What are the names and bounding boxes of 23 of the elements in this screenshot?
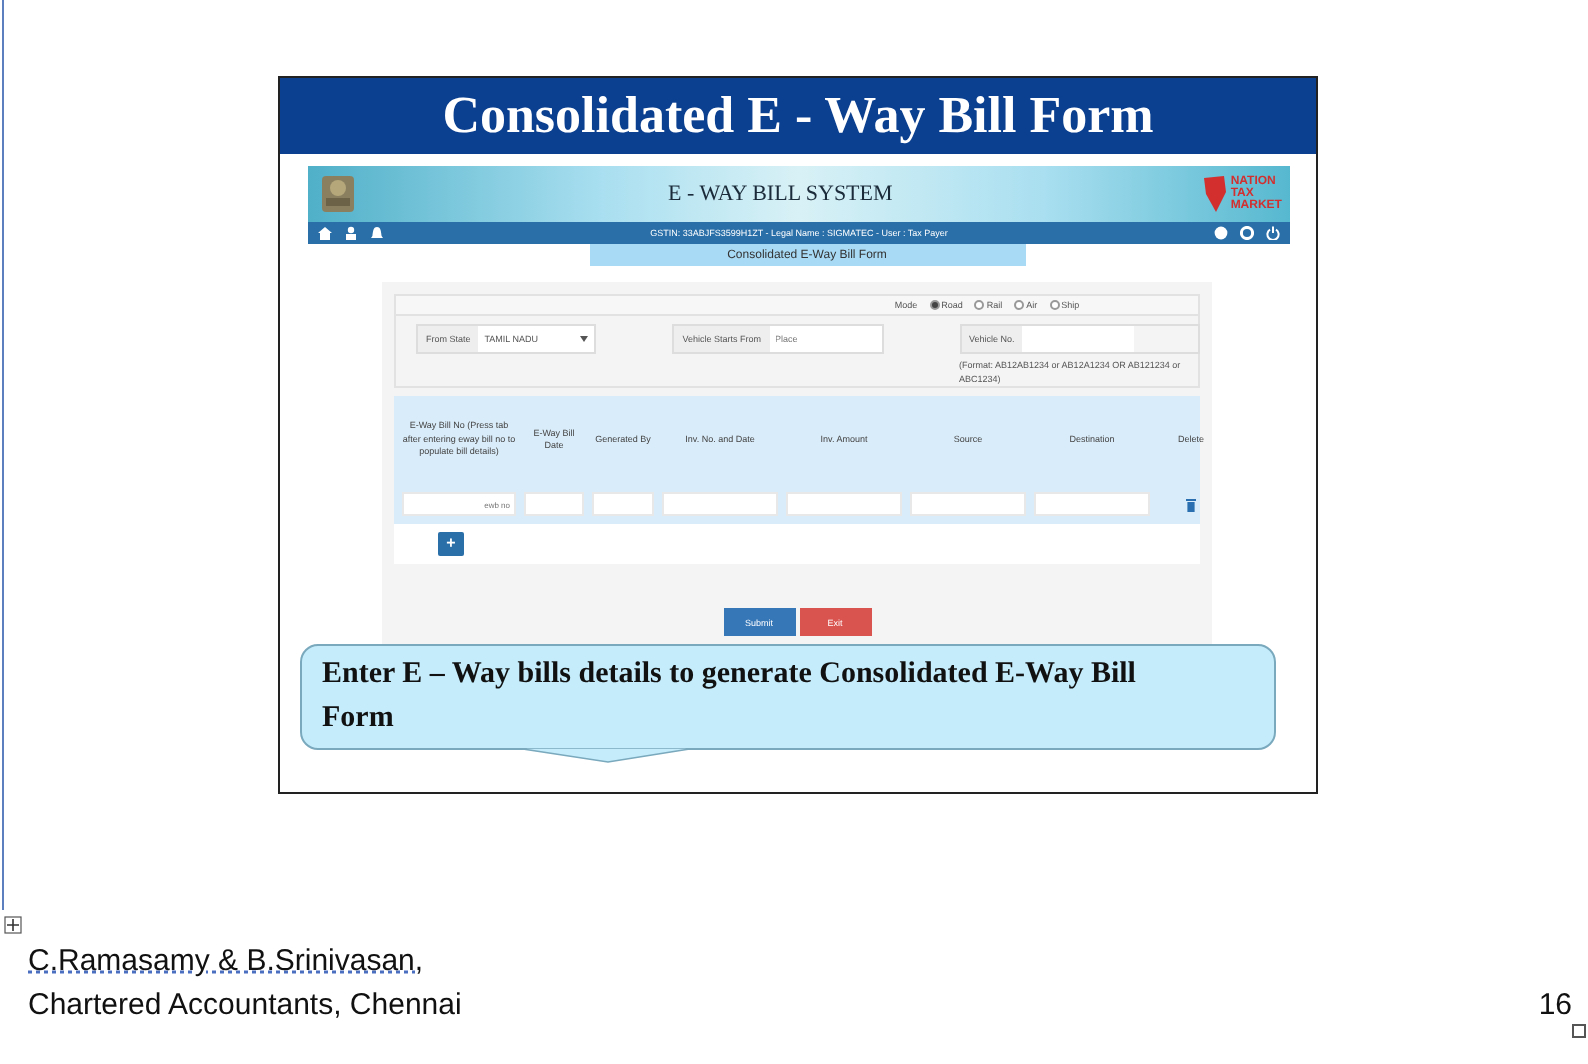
- map-icon: [1200, 174, 1229, 214]
- firm-name: Chartered Accountants, Chennai: [28, 986, 462, 1026]
- add-button[interactable]: +: [438, 532, 464, 556]
- trash-icon[interactable]: [1186, 497, 1196, 511]
- resize-handle[interactable]: [1572, 1024, 1586, 1038]
- input-field[interactable]: [524, 492, 584, 516]
- input-field[interactable]: [786, 492, 902, 516]
- user-icon[interactable]: [344, 226, 358, 240]
- app-title: E - WAY BILL SYSTEM: [668, 182, 893, 206]
- author-names: C.Ramasamy & B.Srinivasan,: [28, 942, 426, 982]
- page-number: 16: [1538, 986, 1572, 1026]
- move-handle-icon: [4, 916, 22, 934]
- input-field[interactable]: [592, 492, 654, 516]
- input-field[interactable]: [910, 492, 1026, 516]
- emblem-icon[interactable]: [316, 172, 360, 216]
- callout-text: Enter E – Way bills details to generate Consolidated E-Way Bill Form: [322, 656, 1138, 738]
- input-field[interactable]: [662, 492, 778, 516]
- slide-title: Consolidated E - Way Bill Form: [280, 78, 1316, 154]
- caret-icon: [580, 336, 589, 342]
- bell-icon[interactable]: [370, 226, 384, 240]
- home-icon[interactable]: [318, 226, 332, 240]
- power-icon[interactable]: [1266, 226, 1280, 240]
- input-field[interactable]: [1034, 492, 1150, 516]
